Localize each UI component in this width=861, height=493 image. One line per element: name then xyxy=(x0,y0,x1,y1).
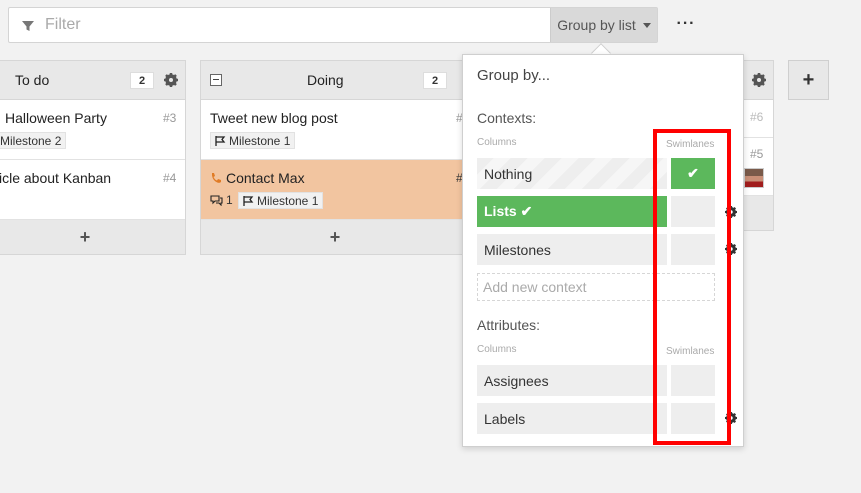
columns-subheading: Columns xyxy=(477,137,517,148)
context-option-nothing[interactable]: Nothing xyxy=(477,158,667,189)
add-card-button[interactable]: + xyxy=(0,220,185,254)
column-header: To do 2 xyxy=(0,61,185,100)
group-by-dropdown: Group by... Contexts: Columns Swimlanes … xyxy=(462,54,744,447)
column-title: To do xyxy=(15,72,50,88)
option-label: Labels xyxy=(484,410,526,427)
milestone-tag-label: Milestone 1 xyxy=(257,193,319,208)
swimlane-toggle-labels[interactable] xyxy=(671,403,715,434)
card[interactable]: Tweet new blog post # Milestone 1 xyxy=(201,100,469,160)
option-label: Assignees xyxy=(484,372,549,389)
gear-icon[interactable] xyxy=(725,206,737,218)
swimlanes-subheading: Swimlanes xyxy=(666,346,715,357)
gear-icon[interactable] xyxy=(164,73,178,87)
card-title: Contact Max xyxy=(226,170,305,186)
caret-down-icon xyxy=(642,22,651,28)
milestone-tag: Milestone 2 xyxy=(0,132,67,149)
milestone-tag-label: Milestone 2 xyxy=(0,133,62,148)
swimlanes-subheading: Swimlanes xyxy=(666,139,715,150)
add-context-input[interactable]: Add new context xyxy=(477,273,715,301)
context-option-milestones[interactable]: Milestones xyxy=(477,234,667,265)
attribute-option-assignees[interactable]: Assignees xyxy=(477,365,667,396)
card-number: #3 xyxy=(163,111,177,125)
filter-input[interactable] xyxy=(45,8,545,42)
swimlane-toggle-nothing[interactable]: ✔ xyxy=(671,158,715,189)
columns-subheading: Columns xyxy=(477,344,517,355)
attribute-option-labels[interactable]: Labels xyxy=(477,403,667,434)
add-card-button[interactable]: + xyxy=(201,220,469,254)
column-doing: Doing 2 Tweet new blog post # Milestone … xyxy=(200,60,470,255)
context-option-lists[interactable]: Lists ✔ xyxy=(477,196,667,227)
comment-count: 1 xyxy=(210,193,233,207)
dropdown-title: Group by... xyxy=(477,67,551,84)
comment-count-value: 1 xyxy=(226,193,233,207)
phone-icon xyxy=(211,173,221,183)
card-title: Tweet new blog post xyxy=(210,110,338,126)
card[interactable]: icle about Kanban #4 xyxy=(0,160,185,220)
swimlane-toggle-milestones[interactable] xyxy=(671,234,715,265)
card-number: #4 xyxy=(163,171,177,185)
gear-icon[interactable] xyxy=(725,243,737,255)
option-label: Milestones xyxy=(484,241,551,258)
swimlane-toggle-assignees[interactable] xyxy=(671,365,715,396)
flag-icon xyxy=(215,135,226,146)
column-title: Doing xyxy=(307,72,344,88)
filter-box[interactable]: Group by list xyxy=(8,7,658,43)
collapse-icon[interactable] xyxy=(210,74,222,86)
more-options-button[interactable]: ··· xyxy=(672,12,700,36)
card-title: icle about Kanban xyxy=(0,170,112,186)
milestone-tag: Milestone 1 xyxy=(210,132,296,149)
option-label: Nothing xyxy=(484,165,533,182)
column-header: Doing 2 xyxy=(201,61,469,100)
flag-icon xyxy=(243,195,254,206)
card-title: Halloween Party xyxy=(5,110,107,126)
group-by-button[interactable]: Group by list xyxy=(550,8,657,42)
milestone-tag: Milestone 1 xyxy=(238,192,324,209)
group-by-label: Group by list xyxy=(557,17,636,33)
milestone-tag-label: Milestone 1 xyxy=(229,133,291,148)
card-count-badge: 2 xyxy=(130,72,154,89)
attributes-heading: Attributes: xyxy=(477,317,541,333)
comments-icon xyxy=(210,194,223,206)
gear-icon[interactable] xyxy=(725,412,737,424)
contexts-heading: Contexts: xyxy=(477,110,537,126)
swimlane-toggle-lists[interactable] xyxy=(671,196,715,227)
option-label: Lists ✔ xyxy=(484,203,533,219)
add-column-button[interactable]: + xyxy=(788,60,829,100)
card-highlighted[interactable]: Contact Max # 1 Milestone 1 xyxy=(201,160,469,220)
filter-icon xyxy=(22,21,34,31)
card-number: #6 xyxy=(750,110,764,124)
column-todo: To do 2 Halloween Party #3 Milestone 2 i… xyxy=(0,60,186,255)
card-count-badge: 2 xyxy=(423,72,447,89)
gear-icon[interactable] xyxy=(752,73,766,87)
card[interactable]: Halloween Party #3 Milestone 2 xyxy=(0,100,185,160)
card-number: #5 xyxy=(750,147,764,161)
avatar xyxy=(744,168,764,188)
top-bar: Group by list ··· xyxy=(0,0,861,50)
check-icon: ✔ xyxy=(687,165,699,181)
